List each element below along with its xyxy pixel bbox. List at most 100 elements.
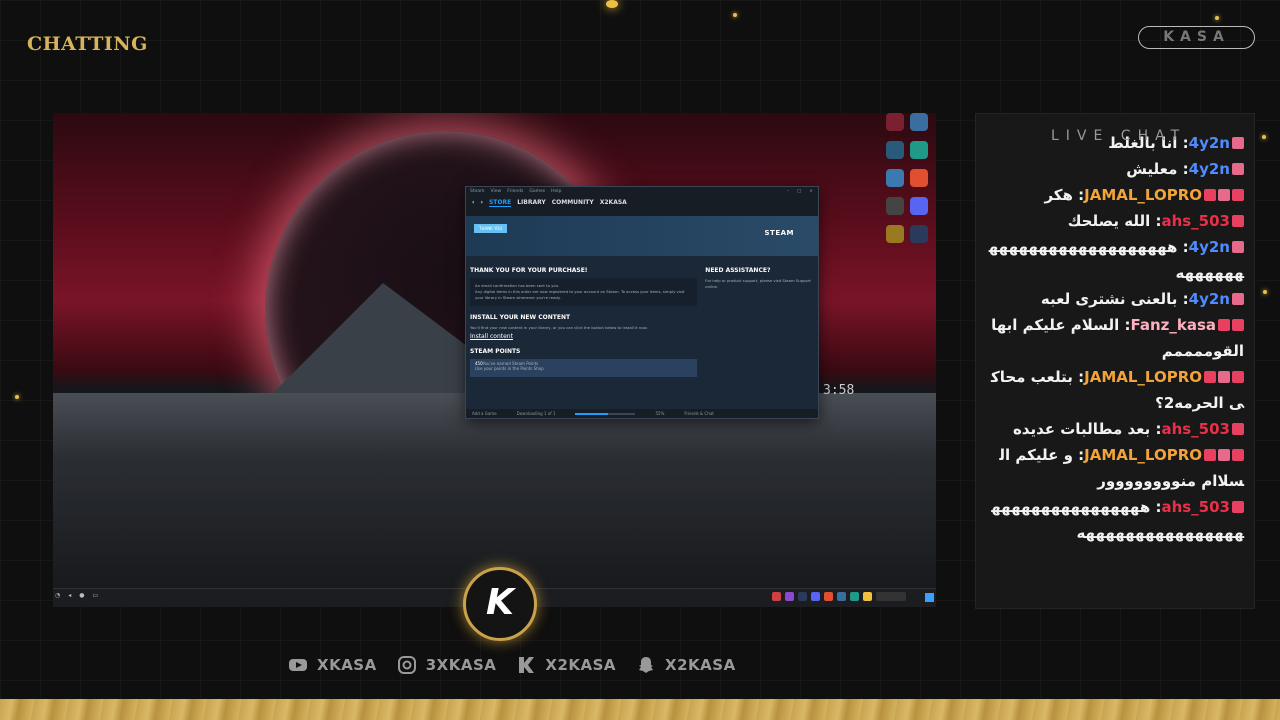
battery-icon[interactable]: ▭ — [93, 592, 99, 599]
chat-separator: : — [1177, 238, 1189, 256]
desktop-app-icon[interactable] — [910, 113, 928, 131]
social-instagram[interactable]: 3XKASA — [397, 655, 497, 675]
taskbar-app-icon[interactable] — [837, 592, 846, 601]
chat-separator: : — [1119, 316, 1131, 334]
desktop-app-icon[interactable] — [886, 141, 904, 159]
close-icon[interactable]: × — [809, 189, 813, 194]
instagram-icon — [397, 656, 416, 674]
chat-username[interactable]: 4y2n — [1189, 160, 1230, 178]
og-badge-icon — [1218, 319, 1230, 331]
desktop-app-icon[interactable] — [886, 113, 904, 131]
download-progress — [575, 412, 636, 415]
chat-username[interactable]: 4y2n — [1189, 134, 1230, 152]
spark — [1263, 290, 1267, 294]
tab-library[interactable]: LIBRARY — [517, 199, 546, 206]
brave-icon[interactable] — [824, 592, 833, 601]
minimize-icon[interactable]: – — [787, 189, 789, 194]
desktop-icons — [882, 113, 932, 253]
forward-icon[interactable]: › — [480, 199, 482, 206]
chat-username[interactable]: ahs_503 — [1161, 498, 1230, 516]
youtube-icon — [289, 659, 307, 671]
discord-icon[interactable] — [910, 197, 928, 215]
chat-username[interactable]: Fanz_kasa — [1130, 316, 1216, 334]
social-links: XKASA 3XKASA X2KASA X2KASA — [288, 655, 736, 675]
social-youtube[interactable]: XKASA — [288, 655, 377, 675]
points-sub: Use your points in the Points Shop — [475, 366, 544, 371]
menu-help[interactable]: Help — [551, 189, 561, 194]
url-bar[interactable] — [466, 209, 818, 216]
chat-separator: : — [1150, 420, 1162, 438]
top-light — [606, 0, 618, 8]
windows-start-icon[interactable] — [925, 593, 934, 602]
install-heading: INSTALL YOUR NEW CONTENT — [470, 314, 571, 321]
chat-message: JAMAL_LOPRO: و عليكم السلاام منوووووووور — [986, 442, 1244, 494]
mic-icon[interactable]: ● — [79, 592, 84, 599]
menu-games[interactable]: Games — [529, 189, 545, 194]
wifi-icon[interactable]: ◔ — [55, 592, 60, 599]
desktop-app-icon[interactable] — [886, 197, 904, 215]
tab-community[interactable]: COMMUNITY — [552, 199, 594, 206]
heart-badge-icon — [1232, 241, 1244, 253]
chat-message: JAMAL_LOPRO: هكر — [986, 182, 1244, 208]
steam-icon[interactable] — [910, 225, 928, 243]
chat-title: LIVE CHAT — [1051, 128, 1187, 144]
chat-username[interactable]: JAMAL_LOPRO — [1084, 446, 1202, 464]
chat-messages: 4y2n: انا بالغلط 4y2n: معليش JAMAL_LOPRO: … — [976, 130, 1254, 546]
steam-banner: THANK YOU STEAM — [466, 216, 818, 256]
edge-icon[interactable] — [850, 592, 859, 601]
tab-store[interactable]: STORE — [488, 199, 512, 207]
chat-username[interactable]: ahs_503 — [1161, 212, 1230, 230]
steam-nav: ‹ › STORE LIBRARY COMMUNITY X2KASA — [466, 196, 818, 209]
desktop-app-icon[interactable] — [886, 169, 904, 187]
add-game-button[interactable]: Add a Game — [472, 411, 497, 416]
brave-icon[interactable] — [910, 169, 928, 187]
chat-message: JAMAL_LOPRO: بتلعب محاكى الحرمه2؟ — [986, 364, 1244, 416]
friends-chat-button[interactable]: Friends & Chat — [684, 411, 713, 416]
steam-icon[interactable] — [798, 592, 807, 601]
spark — [733, 13, 737, 17]
tab-profile[interactable]: X2KASA — [600, 199, 627, 206]
chat-message: ahs_503: الله يصلحك — [986, 208, 1244, 234]
digital-items-text: Any digital items in this order are now … — [475, 289, 685, 300]
install-content-link[interactable]: Install content — [470, 333, 697, 340]
chat-username[interactable]: JAMAL_LOPRO — [1084, 368, 1202, 386]
steam-logo: STEAM — [764, 229, 794, 237]
chat-username[interactable]: 4y2n — [1189, 238, 1230, 256]
menu-friends[interactable]: Friends — [507, 189, 523, 194]
taskbar-app-icon[interactable] — [785, 592, 794, 601]
chat-username[interactable]: ahs_503 — [1161, 420, 1230, 438]
pen-badge-icon — [1232, 215, 1244, 227]
discord-icon[interactable] — [811, 592, 820, 601]
search-box[interactable] — [876, 592, 906, 601]
edge-icon[interactable] — [910, 141, 928, 159]
chat-username[interactable]: JAMAL_LOPRO — [1084, 186, 1202, 204]
social-label: XKASA — [317, 656, 377, 674]
chat-separator: : — [1177, 160, 1189, 178]
chat-text: معليش — [1126, 160, 1178, 178]
menu-view[interactable]: View — [491, 189, 502, 194]
back-icon[interactable]: ‹ — [472, 199, 474, 206]
snapchat-icon — [639, 657, 654, 673]
assistance-panel: NEED ASSISTANCE? For help or product sup… — [701, 256, 818, 380]
overlay-title: CHATTING — [27, 33, 148, 55]
confirmation-box: An email confirmation has been sent to y… — [470, 278, 698, 306]
pen-badge-icon — [1232, 501, 1244, 513]
downloading-status[interactable]: Downloading 1 of 1 — [517, 411, 556, 416]
assistance-heading: NEED ASSISTANCE? — [705, 267, 771, 274]
menu-steam[interactable]: Steam — [470, 189, 485, 194]
steam-footer: Add a Game Downloading 1 of 1 55% Friend… — [466, 409, 818, 418]
chat-username[interactable]: 4y2n — [1189, 290, 1230, 308]
social-kick[interactable]: X2KASA — [516, 655, 616, 675]
volume-icon[interactable]: ◂ — [68, 592, 71, 599]
maximize-icon[interactable]: □ — [797, 189, 801, 194]
chat-separator: : — [1072, 446, 1085, 464]
desktop-app-icon[interactable] — [886, 225, 904, 243]
taskbar-apps — [772, 592, 906, 601]
chat-text: الله يصلحك — [1067, 212, 1151, 230]
taskbar-app-icon[interactable] — [772, 592, 781, 601]
social-snapchat[interactable]: X2KASA — [636, 655, 736, 675]
live-chat-panel: 4y2n: انا بالغلط 4y2n: معليش JAMAL_LOPRO: … — [975, 113, 1255, 609]
folder-icon[interactable] — [863, 592, 872, 601]
heart-badge-icon — [1218, 189, 1230, 201]
chat-text: هكر — [1044, 186, 1073, 204]
